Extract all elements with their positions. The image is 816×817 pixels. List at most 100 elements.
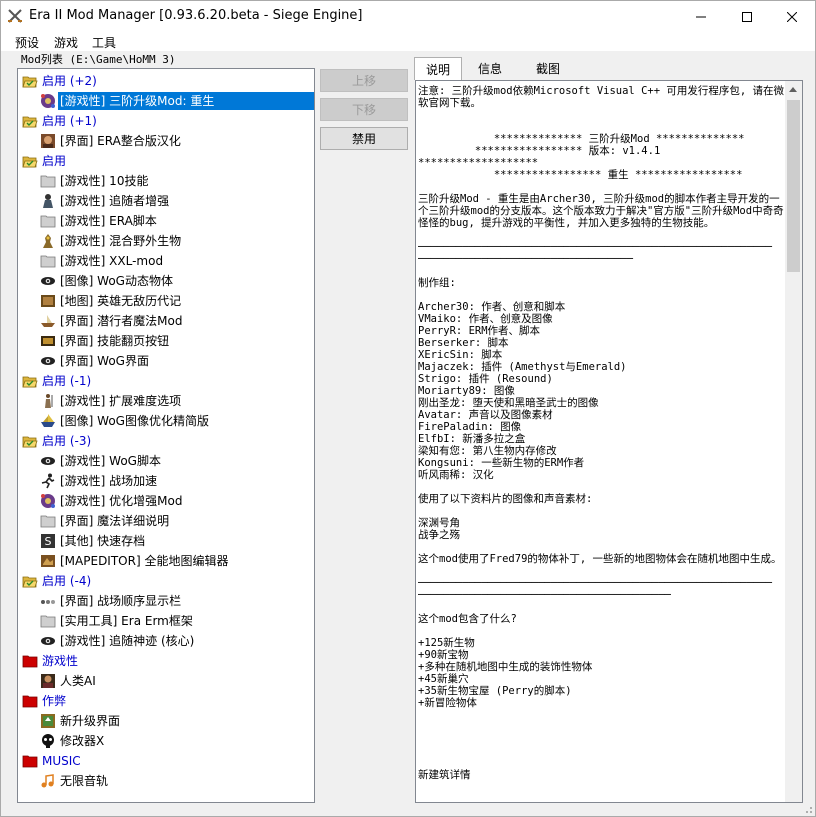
disable-button[interactable]: 禁用 [320, 127, 408, 150]
skull-icon [42, 734, 54, 748]
description-line: ────────────────────────────────── [418, 253, 633, 265]
map-editor-icon [41, 555, 55, 567]
title-bar: Era II Mod Manager [0.93.6.20.beta - Sie… [1, 1, 815, 32]
tree-item[interactable]: [界面] 战场顺序显示栏 [18, 591, 314, 611]
music-icon [41, 774, 54, 788]
description-line [418, 733, 786, 745]
tree-group[interactable]: 启用 (+2) [18, 71, 314, 91]
description-line: 制作组: [418, 277, 456, 289]
tree-item[interactable]: [图像] WoG图像优化精简版 [18, 411, 314, 431]
tree-item[interactable]: S [其他] 快速存档 [18, 531, 314, 551]
tree-group[interactable]: 启用 (+1) [18, 111, 314, 131]
resize-grip-icon[interactable] [803, 804, 813, 814]
description-line: ***************** 重生 ***************** [418, 169, 743, 181]
scroll-up-icon[interactable] [789, 87, 797, 92]
tree-label: 无限音轨 [60, 774, 109, 788]
scroll-thumb[interactable] [787, 100, 800, 272]
tree-item[interactable]: 无限音轨 [18, 771, 314, 791]
tree-item[interactable]: [地图] 英雄无敌历代记 [18, 291, 314, 311]
tree-item[interactable]: 修改器X [18, 731, 314, 751]
menu-tools[interactable]: 工具 [92, 34, 116, 51]
tree-label: [界面] WoG界面 [60, 354, 149, 368]
description-line [418, 541, 786, 553]
description-panel[interactable]: 注意: 三阶升级mod依赖Microsoft Visual C++ 可用发行程序… [415, 80, 803, 803]
tree-item[interactable]: [MAPEDITOR] 全能地图编辑器 [18, 551, 314, 571]
tree-item[interactable]: [界面] 魔法详细说明 [18, 511, 314, 531]
close-icon [787, 11, 797, 22]
minimize-button[interactable] [678, 1, 724, 32]
tree-item[interactable]: [游戏性] ERA脚本 [18, 211, 314, 231]
window-title: Era II Mod Manager [0.93.6.20.beta - Sie… [29, 8, 363, 23]
description-line [418, 709, 786, 721]
tree-item[interactable]: [实用工具] Era Erm框架 [18, 611, 314, 631]
folder-open-icon [22, 576, 38, 588]
description-line: FirePaladin: 图像 [418, 421, 522, 433]
tree-label: [游戏性] 10技能 [60, 174, 149, 188]
person-icon [43, 194, 53, 208]
tree-item[interactable]: [游戏性] 10技能 [18, 171, 314, 191]
tree-item[interactable]: [游戏性] 混合野外生物 [18, 231, 314, 251]
tree-item[interactable]: [游戏性] 三阶升级Mod: 重生 [18, 91, 314, 111]
tree-label: 启用 (+2) [42, 74, 97, 88]
description-line: 新建筑详情 [418, 769, 471, 781]
tree-item[interactable]: [游戏性] WoG脚本 [18, 451, 314, 471]
tab-description[interactable]: 说明 [414, 57, 462, 80]
mod-emblem-icon [41, 94, 55, 108]
description-line: 使用了以下资料片的图像和声音素材: [418, 493, 593, 505]
tree-label: [图像] WoG图像优化精简版 [60, 414, 209, 428]
eye-icon [41, 357, 55, 365]
tree-item[interactable]: [界面] 潜行者魔法Mod [18, 311, 314, 331]
description-scrollbar[interactable] [785, 81, 802, 802]
folder-red-icon [22, 655, 38, 668]
mod-tree[interactable]: 启用 (+2) [游戏性] 三阶升级Mod: 重生 启用 (+1) [界面] ERA整… [17, 68, 315, 803]
move-down-button[interactable]: 下移 [320, 98, 408, 121]
tree-label: [MAPEDITOR] 全能地图编辑器 [60, 554, 229, 568]
description-line: Avatar: 声音以及图像素材 [418, 409, 553, 421]
tree-group[interactable]: 游戏性 [18, 651, 314, 671]
tree-label: [游戏性] 追随者增强 [60, 194, 170, 208]
tree-group[interactable]: 作弊 [18, 691, 314, 711]
tree-item[interactable]: [界面] WoG界面 [18, 351, 314, 371]
description-line: 刚出圣龙: 堕天使和黑暗圣武士的图像 [418, 397, 599, 409]
close-button[interactable] [769, 1, 815, 32]
description-line: +45新巢穴 [418, 673, 469, 685]
description-line: Moriarty89: 图像 [418, 385, 515, 397]
menu-presets[interactable]: 预设 [15, 34, 39, 51]
tree-item[interactable]: [图像] WoG动态物体 [18, 271, 314, 291]
tree-item[interactable]: [游戏性] 优化增强Mod [18, 491, 314, 511]
move-up-button[interactable]: 上移 [320, 69, 408, 92]
tree-group[interactable]: 启用 (-4) [18, 571, 314, 591]
tree-group[interactable]: MUSIC [18, 751, 314, 771]
tree-item[interactable]: 新升级界面 [18, 711, 314, 731]
tree-item[interactable]: [游戏性] 追随神迹 (核心) [18, 631, 314, 651]
tree-item[interactable]: [游戏性] 扩展难度选项 [18, 391, 314, 411]
description-line: 梁知有您: 第八生物内存修改 [418, 445, 557, 457]
description-line: Strigo: 插件 (Resound) [418, 373, 553, 385]
folder-open-icon [22, 76, 38, 88]
description-line [418, 121, 786, 133]
tree-group[interactable]: 启用 (-3) [18, 431, 314, 451]
description-line: 注意: 三阶升级mod依赖Microsoft Visual C++ 可用发行程序… [418, 85, 785, 109]
tree-group[interactable]: 启用 [18, 151, 314, 171]
mod-manager-window: Era II Mod Manager [0.93.6.20.beta - Sie… [0, 0, 816, 817]
description-line [418, 565, 786, 577]
tree-item[interactable]: [界面] ERA整合版汉化 [18, 131, 314, 151]
folder-gray-icon [40, 615, 56, 628]
tree-item[interactable]: [游戏性] XXL-mod [18, 251, 314, 271]
tab-screenshots[interactable]: 截图 [525, 58, 571, 79]
tab-info[interactable]: 信息 [466, 58, 514, 79]
tree-item[interactable]: [游戏性] 战场加速 [18, 471, 314, 491]
svg-text:S: S [45, 535, 52, 548]
description-line: +125新生物 [418, 637, 475, 649]
tree-item[interactable]: [游戏性] 追随者增强 [18, 191, 314, 211]
folder-open-icon [22, 116, 38, 128]
tree-label: 作弊 [42, 694, 67, 708]
save-s-icon: S [41, 534, 55, 548]
folder-gray-icon [40, 515, 56, 528]
tree-item[interactable]: [界面] 技能翻页按钮 [18, 331, 314, 351]
description-line: +90新宝物 [418, 649, 469, 661]
tree-item[interactable]: 人类AI [18, 671, 314, 691]
maximize-button[interactable] [724, 1, 770, 32]
menu-game[interactable]: 游戏 [54, 34, 78, 51]
tree-group[interactable]: 启用 (-1) [18, 371, 314, 391]
